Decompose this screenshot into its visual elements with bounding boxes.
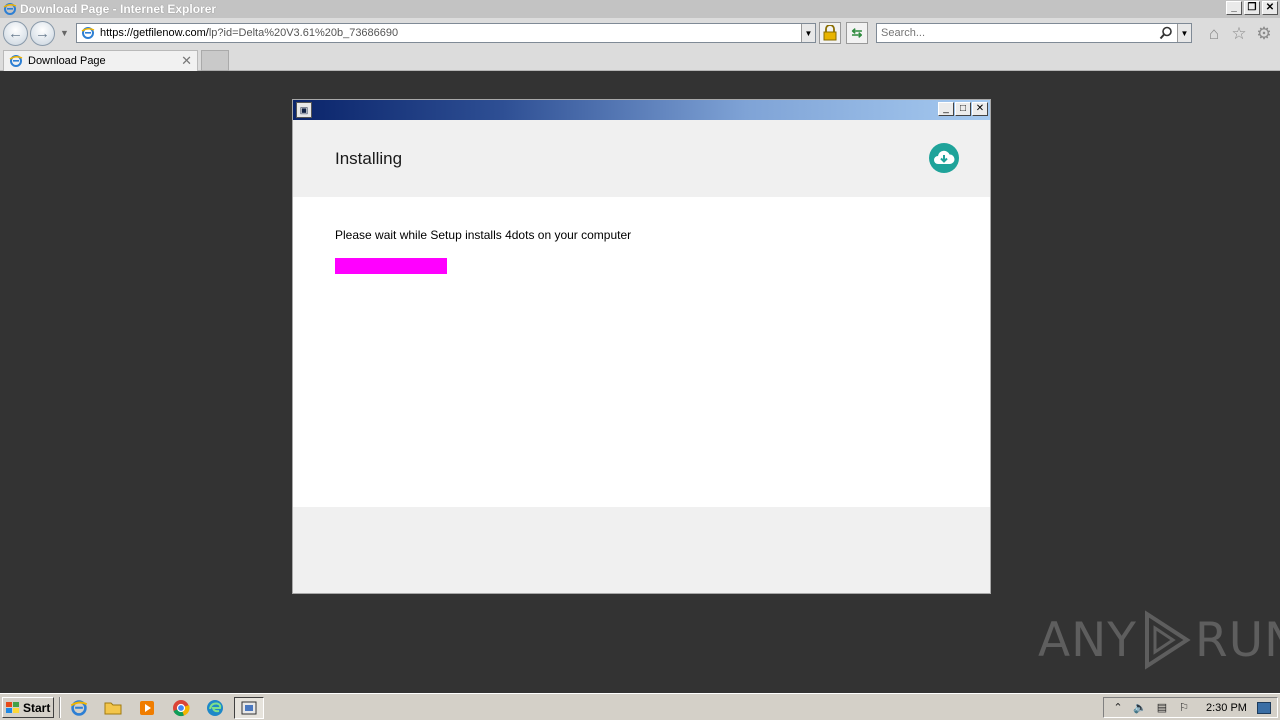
- taskbar-setup-installer-icon[interactable]: [234, 697, 264, 719]
- address-dropdown-icon[interactable]: ▼: [801, 24, 815, 42]
- back-button[interactable]: ←: [3, 21, 28, 46]
- url-host: https://getfilenow.com/: [100, 27, 209, 39]
- show-desktop-icon[interactable]: [1256, 701, 1271, 714]
- home-icon[interactable]: ⌂: [1205, 24, 1223, 43]
- minimize-button[interactable]: _: [1226, 1, 1242, 15]
- network-icon[interactable]: ▤: [1154, 700, 1170, 716]
- install-progress-bar: [335, 258, 645, 274]
- action-center-flag-icon[interactable]: ⚐: [1176, 700, 1192, 716]
- dialog-close-button[interactable]: ✕: [972, 102, 988, 116]
- anyrun-watermark: ANY RUN: [1038, 608, 1280, 672]
- page-icon: [80, 25, 96, 41]
- refresh-button[interactable]: ⇆: [846, 22, 868, 44]
- taskbar-separator: [59, 697, 61, 718]
- security-lock-button[interactable]: [819, 22, 841, 44]
- search-input[interactable]: [881, 27, 1151, 39]
- close-button[interactable]: ✕: [1262, 1, 1278, 15]
- system-clock[interactable]: 2:30 PM: [1206, 702, 1247, 714]
- dialog-minimize-button[interactable]: _: [938, 102, 954, 116]
- taskbar: Start ⌃ 🔈 ▤ ⚐ 2:30 PM: [0, 693, 1280, 720]
- address-bar[interactable]: https://getfilenow.com/lp?id=Delta%20V3.…: [76, 23, 816, 43]
- cloud-download-icon: [929, 143, 959, 173]
- window-title: Download Page - Internet Explorer: [20, 2, 217, 16]
- forward-button[interactable]: →: [30, 21, 55, 46]
- internet-explorer-icon: [2, 1, 18, 17]
- browser-title-bar: Download Page - Internet Explorer _ ❐ ✕: [0, 0, 1280, 18]
- address-url[interactable]: https://getfilenow.com/lp?id=Delta%20V3.…: [100, 27, 398, 39]
- navigation-bar: ← → ▼ https://getfilenow.com/lp?id=Delta…: [0, 18, 1280, 48]
- taskbar-media-player-icon[interactable]: [132, 697, 162, 719]
- system-tray: ⌃ 🔈 ▤ ⚐ 2:30 PM: [1103, 697, 1278, 718]
- watermark-right-text: RUN: [1195, 612, 1280, 668]
- url-path: lp?id=Delta%20V3.61%20b_73686690: [208, 27, 399, 39]
- back-arrow-icon: ←: [8, 25, 23, 42]
- volume-icon[interactable]: 🔈: [1132, 700, 1148, 716]
- start-label: Start: [23, 700, 51, 715]
- search-dropdown-icon[interactable]: ▼: [1177, 24, 1191, 42]
- search-icon[interactable]: [1159, 26, 1173, 43]
- windows-logo-icon: [6, 701, 19, 713]
- dialog-heading: Installing: [335, 149, 403, 168]
- play-logo-icon: [1145, 610, 1191, 670]
- forward-arrow-icon: →: [35, 25, 50, 42]
- taskbar-file-explorer-icon[interactable]: [98, 697, 128, 719]
- refresh-icon: ⇆: [851, 25, 863, 40]
- settings-gear-icon[interactable]: ⚙: [1255, 24, 1273, 43]
- search-box[interactable]: ▼: [876, 23, 1192, 43]
- dialog-header: Installing: [293, 120, 990, 197]
- install-message: Please wait while Setup installs 4dots o…: [335, 228, 632, 242]
- watermark-left-text: ANY: [1038, 612, 1138, 668]
- install-progress-fill: [335, 258, 447, 274]
- setup-dialog: ▣ _ □ ✕ Installing Please wait while Set…: [292, 99, 991, 594]
- taskbar-edge-icon[interactable]: [200, 697, 230, 719]
- start-button[interactable]: Start: [2, 697, 54, 718]
- tab-download-page[interactable]: Download Page ✕: [3, 50, 198, 71]
- favorites-star-icon[interactable]: ☆: [1230, 24, 1248, 43]
- taskbar-internet-explorer-icon[interactable]: [64, 697, 94, 719]
- padlock-icon: [823, 25, 837, 41]
- recent-pages-dropdown-icon[interactable]: ▼: [60, 28, 69, 38]
- dialog-maximize-button[interactable]: □: [955, 102, 971, 116]
- tab-page-icon: [8, 53, 24, 69]
- tab-label: Download Page: [28, 55, 106, 67]
- dialog-title-bar[interactable]: ▣ _ □ ✕: [293, 100, 990, 120]
- dialog-footer: [293, 507, 990, 593]
- tab-close-icon[interactable]: ✕: [181, 53, 192, 69]
- installer-app-icon: ▣: [296, 102, 312, 118]
- new-tab-button[interactable]: [201, 50, 229, 71]
- taskbar-chrome-icon[interactable]: [166, 697, 196, 719]
- show-hidden-icons-chevron-icon[interactable]: ⌃: [1110, 700, 1126, 716]
- restore-button[interactable]: ❐: [1244, 1, 1260, 15]
- tab-bar: Download Page ✕: [0, 48, 1280, 71]
- dialog-body: Please wait while Setup installs 4dots o…: [293, 197, 990, 507]
